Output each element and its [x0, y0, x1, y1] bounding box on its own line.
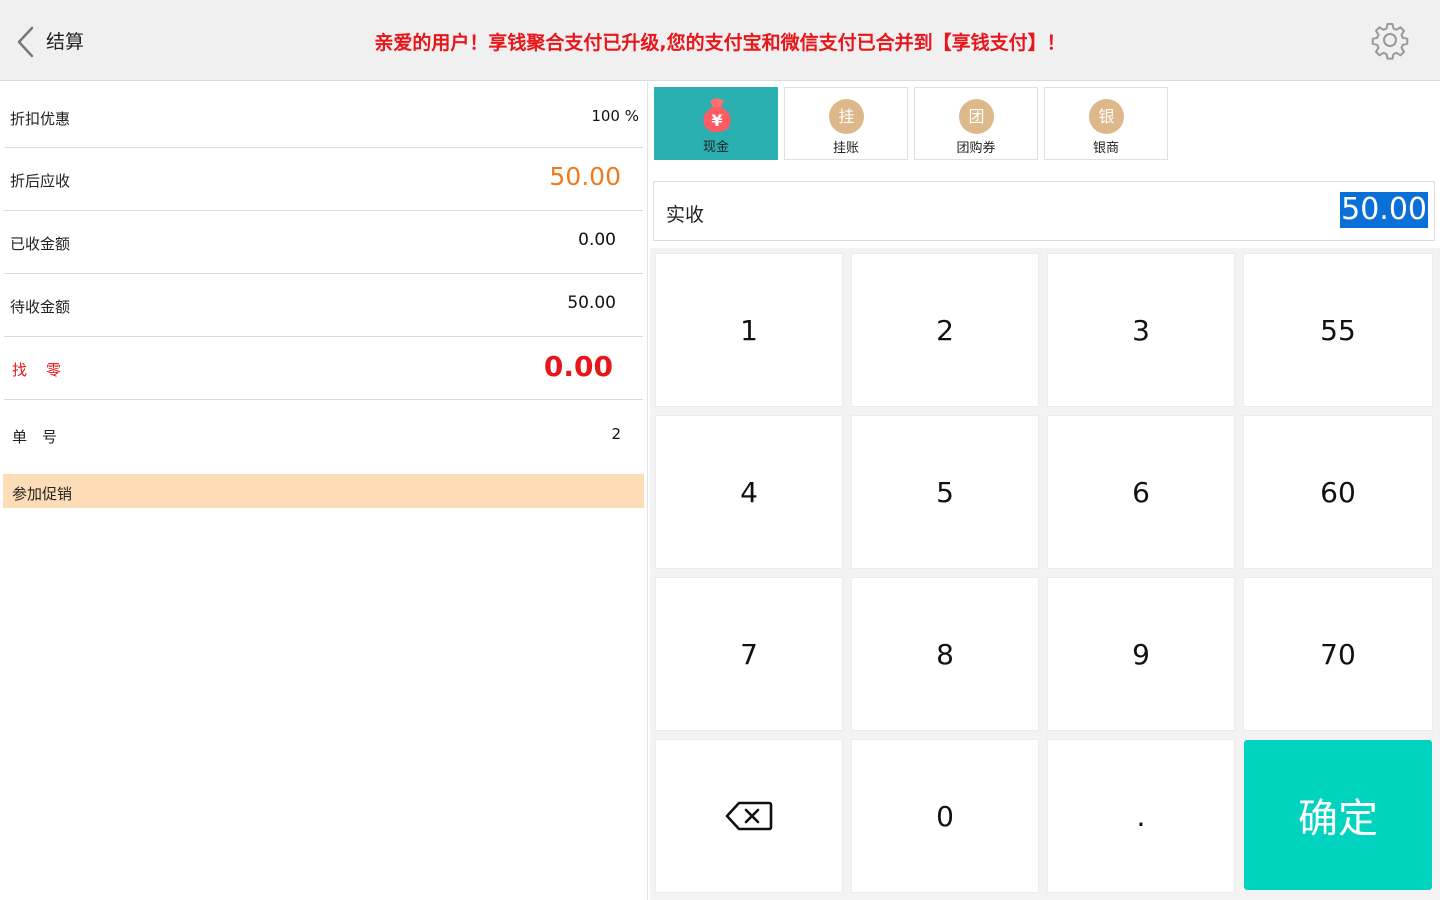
payment-method-group-buy[interactable]: 团 团购券 [914, 87, 1038, 160]
change-row: 找 零 0.00 [4, 337, 643, 400]
receivable-row: 折后应收 50.00 [4, 148, 643, 211]
change-label: 找 零 [12, 361, 64, 379]
money-bag-icon: ¥ [703, 98, 731, 132]
key-1[interactable]: 1 [655, 253, 843, 407]
bank-icon: 银 [1089, 99, 1124, 134]
numeric-keypad: 1 2 3 55 4 5 6 60 7 8 9 70 0 . 确定 [650, 248, 1440, 900]
payment-method-credit[interactable]: 挂 挂账 [784, 87, 908, 160]
receivable-value: 50.00 [549, 162, 621, 191]
gear-icon[interactable] [1370, 20, 1410, 60]
order-number-value: 2 [611, 425, 621, 443]
actual-received-value[interactable]: 50.00 [1340, 192, 1428, 228]
actual-received-input[interactable]: 实收 50.00 [653, 181, 1435, 241]
join-promotion-button[interactable]: 参加促销 [3, 474, 644, 508]
key-60[interactable]: 60 [1243, 415, 1433, 569]
group-buy-icon: 团 [959, 99, 994, 134]
pending-label: 待收金额 [10, 298, 71, 316]
key-2[interactable]: 2 [851, 253, 1039, 407]
key-6[interactable]: 6 [1047, 415, 1235, 569]
pending-row: 待收金额 50.00 [4, 274, 643, 337]
key-4[interactable]: 4 [655, 415, 843, 569]
confirm-button[interactable]: 确定 [1244, 740, 1432, 890]
key-70[interactable]: 70 [1243, 577, 1433, 731]
key-0[interactable]: 0 [851, 739, 1039, 893]
actual-received-label: 实收 [666, 204, 705, 226]
credit-icon: 挂 [829, 99, 864, 134]
received-label: 已收金额 [10, 235, 71, 253]
key-7[interactable]: 7 [655, 577, 843, 731]
settlement-summary-panel: 折扣优惠 100 % 折后应收 50.00 已收金额 0.00 待收金额 50.… [0, 82, 648, 900]
payment-method-bank[interactable]: 银 银商 [1044, 87, 1168, 160]
order-number-label: 单 号 [12, 428, 58, 446]
svg-text:¥: ¥ [711, 111, 722, 130]
received-row: 已收金额 0.00 [4, 211, 643, 274]
discount-value: 100 % [591, 107, 639, 125]
key-decimal[interactable]: . [1047, 739, 1235, 893]
key-9[interactable]: 9 [1047, 577, 1235, 731]
payment-method-label: 团购券 [956, 141, 996, 156]
order-number-row: 单 号 2 [4, 400, 643, 463]
discount-row: 折扣优惠 100 % [4, 84, 643, 148]
top-bar: 结算 亲爱的用户！享钱聚合支付已升级,您的支付宝和微信支付已合并到【享钱支付】！ [0, 0, 1440, 81]
pending-value: 50.00 [567, 293, 616, 313]
discount-label: 折扣优惠 [10, 110, 71, 128]
key-3[interactable]: 3 [1047, 253, 1235, 407]
backspace-icon [725, 801, 773, 831]
payment-method-label: 现金 [702, 140, 729, 155]
change-value: 0.00 [543, 350, 613, 383]
key-55[interactable]: 55 [1243, 253, 1433, 407]
receivable-label: 折后应收 [10, 172, 71, 190]
payment-method-cash[interactable]: ¥ 现金 [654, 87, 778, 160]
upgrade-notice: 亲爱的用户！享钱聚合支付已升级,您的支付宝和微信支付已合并到【享钱支付】！ [374, 32, 1066, 54]
received-value: 0.00 [578, 230, 616, 250]
key-8[interactable]: 8 [851, 577, 1039, 731]
payment-method-label: 银商 [1092, 141, 1119, 156]
backspace-key[interactable] [655, 739, 843, 893]
key-5[interactable]: 5 [851, 415, 1039, 569]
payment-method-label: 挂账 [832, 141, 859, 156]
